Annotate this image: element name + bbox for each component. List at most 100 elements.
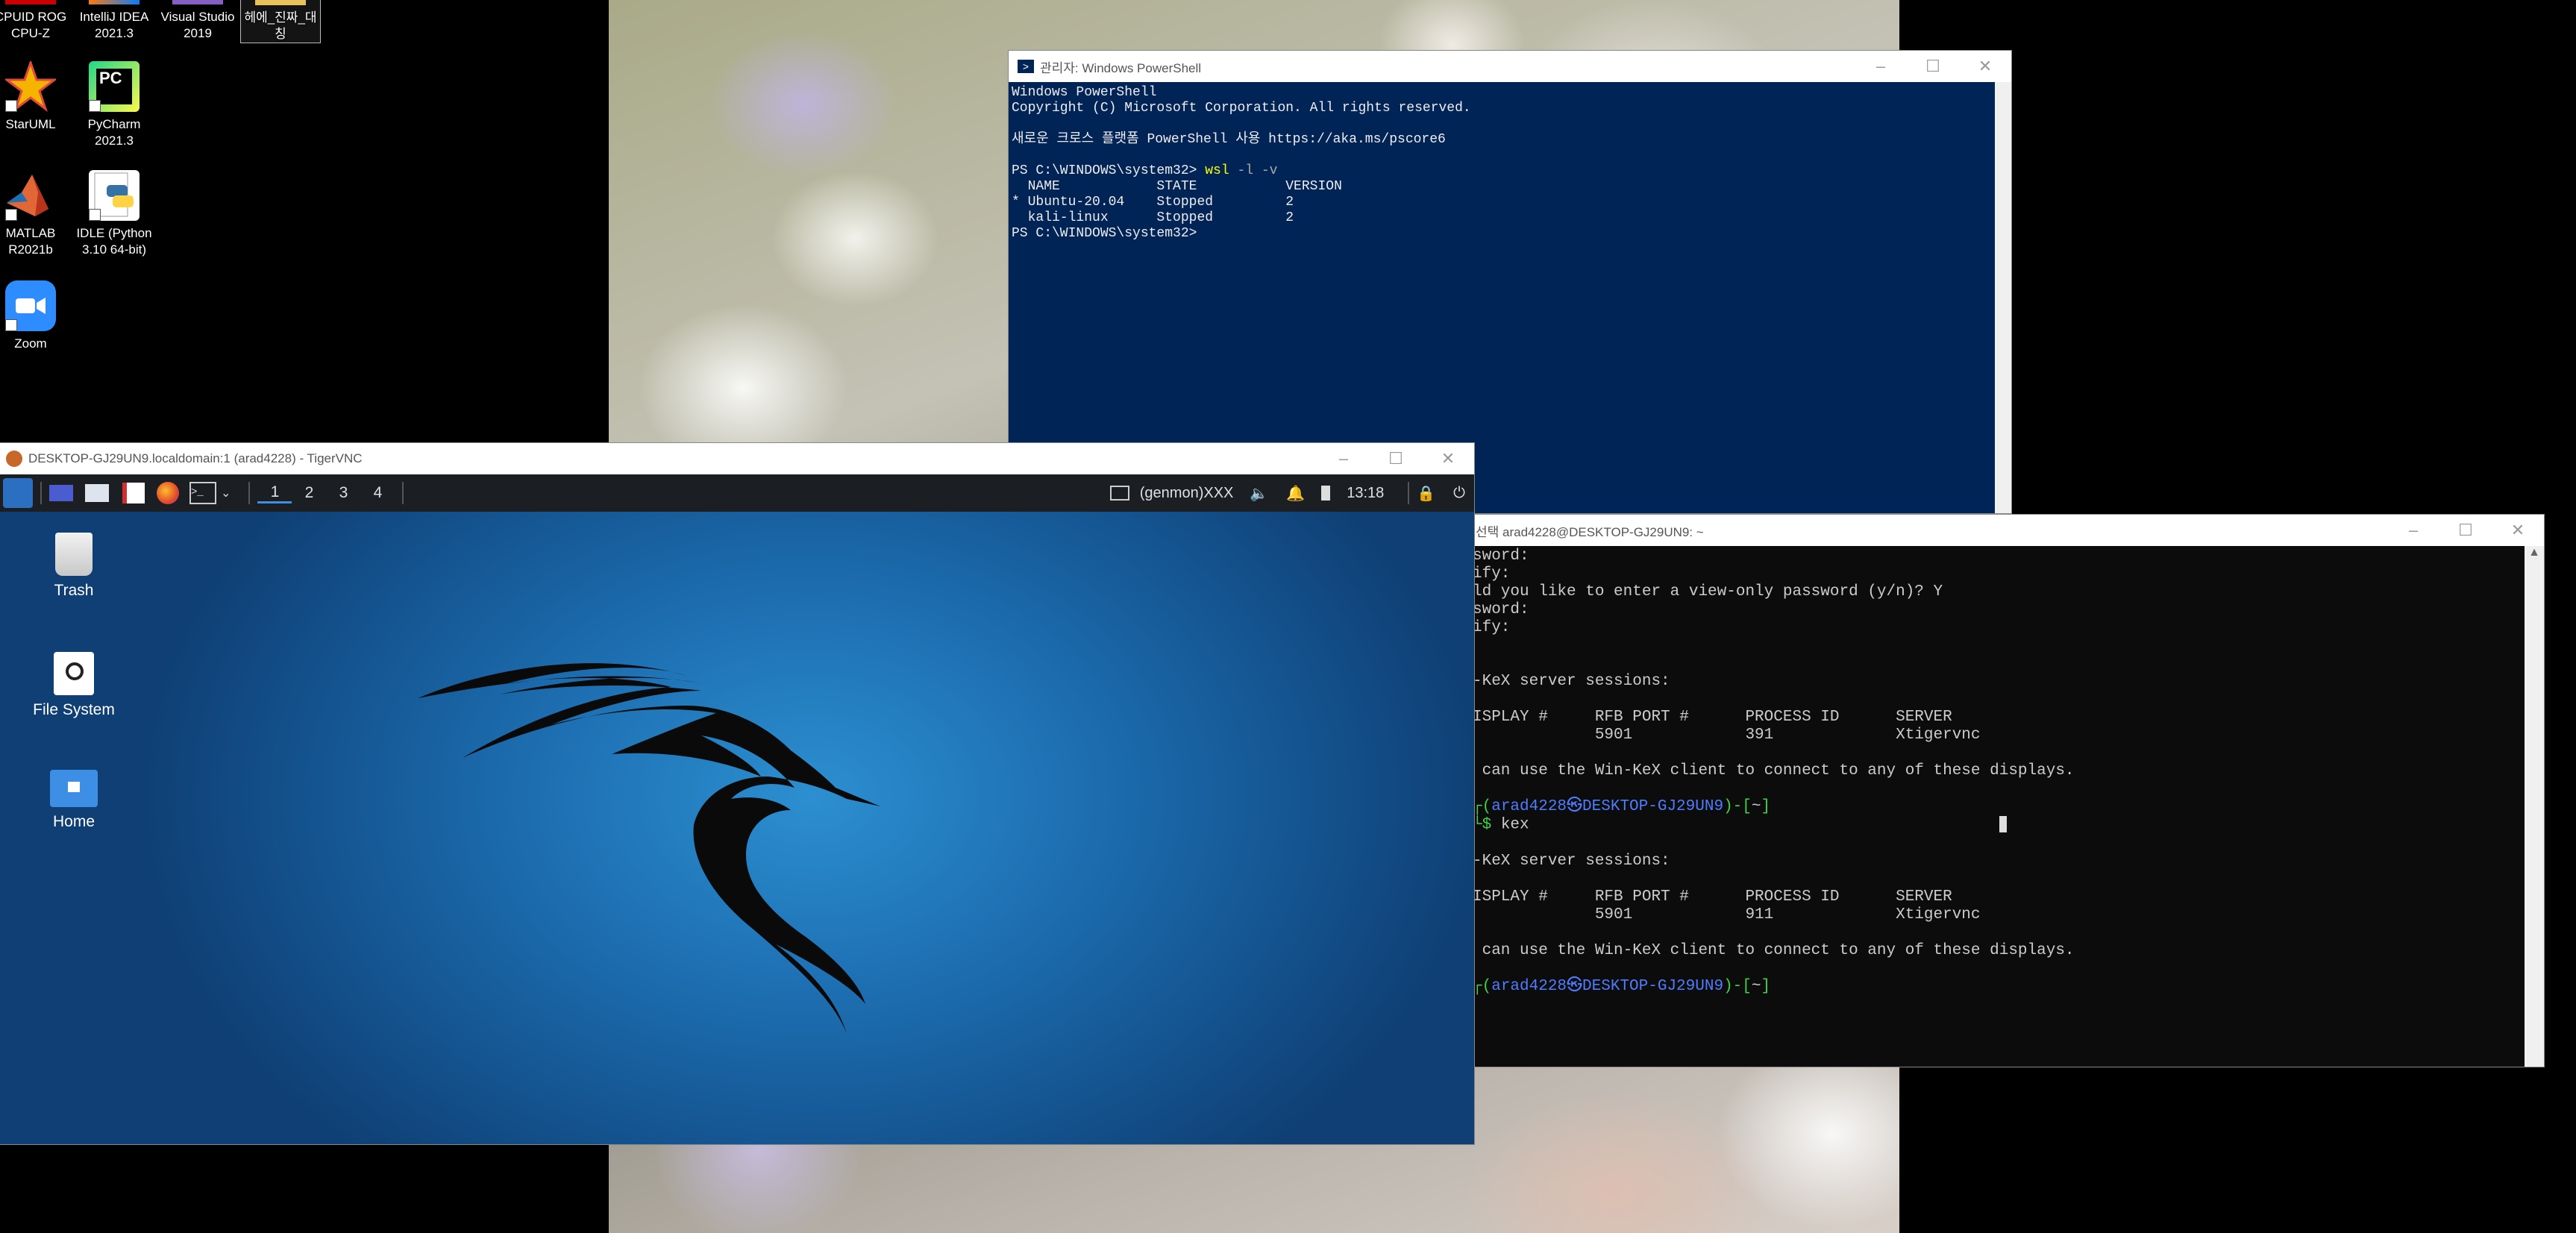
console-line: 새로운 크로스 플랫폼 PowerShell 사용 https://aka.ms… (1012, 132, 1446, 147)
zoom-icon (5, 280, 56, 331)
desktop-icon-trash[interactable]: Trash (18, 533, 130, 600)
shell-prompt: ┌(arad4228㉿DESKTOP-GJ29UN9)-[~] (1473, 977, 1771, 995)
desktop-icon-file-system[interactable]: File System (18, 652, 130, 719)
console-line: Copyright (C) Microsoft Corporation. All… (1012, 101, 1471, 116)
wsl-terminal-window[interactable]: 선택 arad4228@DESKTOP-GJ29UN9: ~ – ☐ ✕ swo… (1470, 515, 2544, 1067)
workspace-2[interactable]: 2 (292, 484, 326, 502)
notification-bell-icon[interactable]: 🔔 (1286, 484, 1305, 503)
console-line: sword: (1473, 548, 1529, 565)
text-editor-icon[interactable] (122, 483, 145, 503)
desktop-icon-visual-studio[interactable]: Visual Studio 2019 (158, 0, 237, 42)
maximize-button[interactable]: ☐ (2439, 515, 2492, 546)
genmon-label: (genmon)XXX (1139, 484, 1234, 501)
scroll-up-arrow[interactable]: ▲ (2525, 546, 2544, 559)
show-desktop-icon[interactable] (49, 485, 73, 501)
desktop-icon-label: StarUML (5, 117, 56, 131)
shell-prompt: ┌(arad4228㉿DESKTOP-GJ29UN9)-[~] (1473, 798, 1771, 815)
minimize-button[interactable]: – (2387, 515, 2439, 546)
console-line: ISPLAY # RFB PORT # PROCESS ID SERVER (1473, 709, 1952, 726)
terminal-console[interactable]: sword: ify: ld you like to enter a view-on… (1470, 546, 2525, 1067)
console-line: -KeX server sessions: (1473, 673, 1670, 690)
desktop-icon-label: CPUID ROG CPU-Z (0, 10, 67, 40)
matlab-icon (5, 170, 56, 221)
desktop-icon-label: Zoom (14, 336, 47, 351)
wsl-titlebar[interactable]: 선택 arad4228@DESKTOP-GJ29UN9: ~ – ☐ ✕ (1470, 515, 2544, 546)
kali-menu-icon[interactable] (3, 478, 33, 508)
minimize-button[interactable]: – (1317, 443, 1370, 474)
close-button[interactable]: ✕ (1422, 443, 1474, 474)
pycharm-icon: PC (89, 61, 140, 112)
console-line: can use the Win-KeX client to connect to… (1473, 762, 2075, 779)
tigervnc-icon (6, 451, 22, 467)
chevron-down-icon[interactable]: ⌄ (221, 486, 231, 501)
drive-icon (54, 652, 94, 695)
powershell-icon: > (1018, 60, 1034, 73)
console-line: * Ubuntu-20.04 Stopped 2 (1012, 195, 1294, 210)
firefox-icon[interactable] (157, 482, 179, 504)
home-folder-icon (50, 770, 98, 807)
battery-icon[interactable] (1321, 486, 1331, 501)
scrollbar[interactable] (1995, 82, 2011, 513)
intellij-icon (89, 0, 140, 4)
clock[interactable]: 13:18 (1347, 485, 1384, 502)
desktop-icon-label: Visual Studio 2019 (160, 10, 235, 40)
cpuz-icon (5, 0, 56, 4)
desktop-icon-folder-selected[interactable]: 헤에_진짜_대칭 (240, 0, 321, 43)
close-button[interactable]: ✕ (2492, 515, 2544, 546)
command-line: PS C:\WINDOWS\system32> wsl -l -v (1012, 163, 1992, 179)
console-line: -KeX server sessions: (1473, 852, 1670, 870)
prompt-user: arad4228㉿DESKTOP-GJ29UN9 (1491, 977, 1724, 995)
volume-icon[interactable]: 🔈 (1250, 484, 1268, 503)
desktop-icon-matlab[interactable]: MATLAB R2021b (0, 170, 70, 258)
desktop-icon-label: Home (52, 813, 95, 830)
command-args: -l -v (1229, 163, 1278, 178)
desktop-icon-intellij[interactable]: IntelliJ IDEA 2021.3 (75, 0, 154, 42)
console-line: ify: (1473, 565, 1511, 583)
maximize-button[interactable]: ☐ (1907, 51, 1959, 82)
prompt-dir: ~ (1751, 798, 1761, 815)
close-button[interactable]: ✕ (1959, 51, 2011, 82)
panel-separator (402, 482, 404, 504)
lock-icon[interactable]: 🔒 (1417, 484, 1435, 503)
monitor-icon (1109, 486, 1129, 501)
text-cursor (1999, 816, 2007, 832)
terminal-icon[interactable]: >_ (189, 482, 216, 504)
window-title: DESKTOP-GJ29UN9.localdomain:1 (arad4228)… (28, 451, 363, 465)
scrollbar[interactable]: ▲ (2525, 546, 2544, 1067)
command-name: wsl (1205, 163, 1229, 178)
workspace-4[interactable]: 4 (360, 484, 395, 502)
desktop-icon-label: File System (33, 701, 115, 718)
logout-icon[interactable]: ⏻ (1453, 485, 1465, 502)
minimize-button[interactable]: – (1855, 51, 1907, 82)
file-manager-icon[interactable] (85, 484, 109, 502)
staruml-icon (3, 59, 58, 113)
console-line: ld you like to enter a view-only passwor… (1473, 583, 1943, 600)
tigervnc-window[interactable]: DESKTOP-GJ29UN9.localdomain:1 (arad4228)… (0, 443, 1474, 1144)
desktop-icon-pycharm[interactable]: PC PyCharm 2021.3 (75, 61, 154, 149)
desktop-icon-home[interactable]: Home (18, 770, 130, 831)
console-line: ISPLAY # RFB PORT # PROCESS ID SERVER (1473, 888, 1952, 906)
console-line: can use the Win-KeX client to connect to… (1473, 941, 2075, 959)
desktop-icon-idle[interactable]: IDLE (Python 3.10 64-bit) (75, 170, 154, 258)
desktop-icon-cpuz[interactable]: CPUID ROG CPU-Z (0, 0, 70, 42)
panel-separator (248, 482, 251, 504)
vnc-titlebar[interactable]: DESKTOP-GJ29UN9.localdomain:1 (arad4228)… (0, 443, 1474, 474)
desktop-icon-zoom[interactable]: Zoom (0, 280, 70, 352)
desktop-icon-label: MATLAB R2021b (5, 226, 56, 257)
maximize-button[interactable]: ☐ (1370, 443, 1422, 474)
powershell-titlebar[interactable]: > 관리자: Windows PowerShell – ☐ ✕ (1009, 51, 2011, 82)
console-line: 5901 911 Xtigervnc (1473, 906, 1981, 923)
workspace-1[interactable]: 1 (257, 483, 292, 503)
desktop-icon-staruml[interactable]: StarUML (0, 59, 70, 133)
command-text: kex (1491, 816, 1529, 834)
workspace-3[interactable]: 3 (326, 484, 360, 502)
desktop-icon-label: PyCharm 2021.3 (87, 117, 141, 148)
command-line: └$ kex (1473, 816, 2522, 835)
kali-desktop: Trash File System Home (0, 512, 1474, 1144)
